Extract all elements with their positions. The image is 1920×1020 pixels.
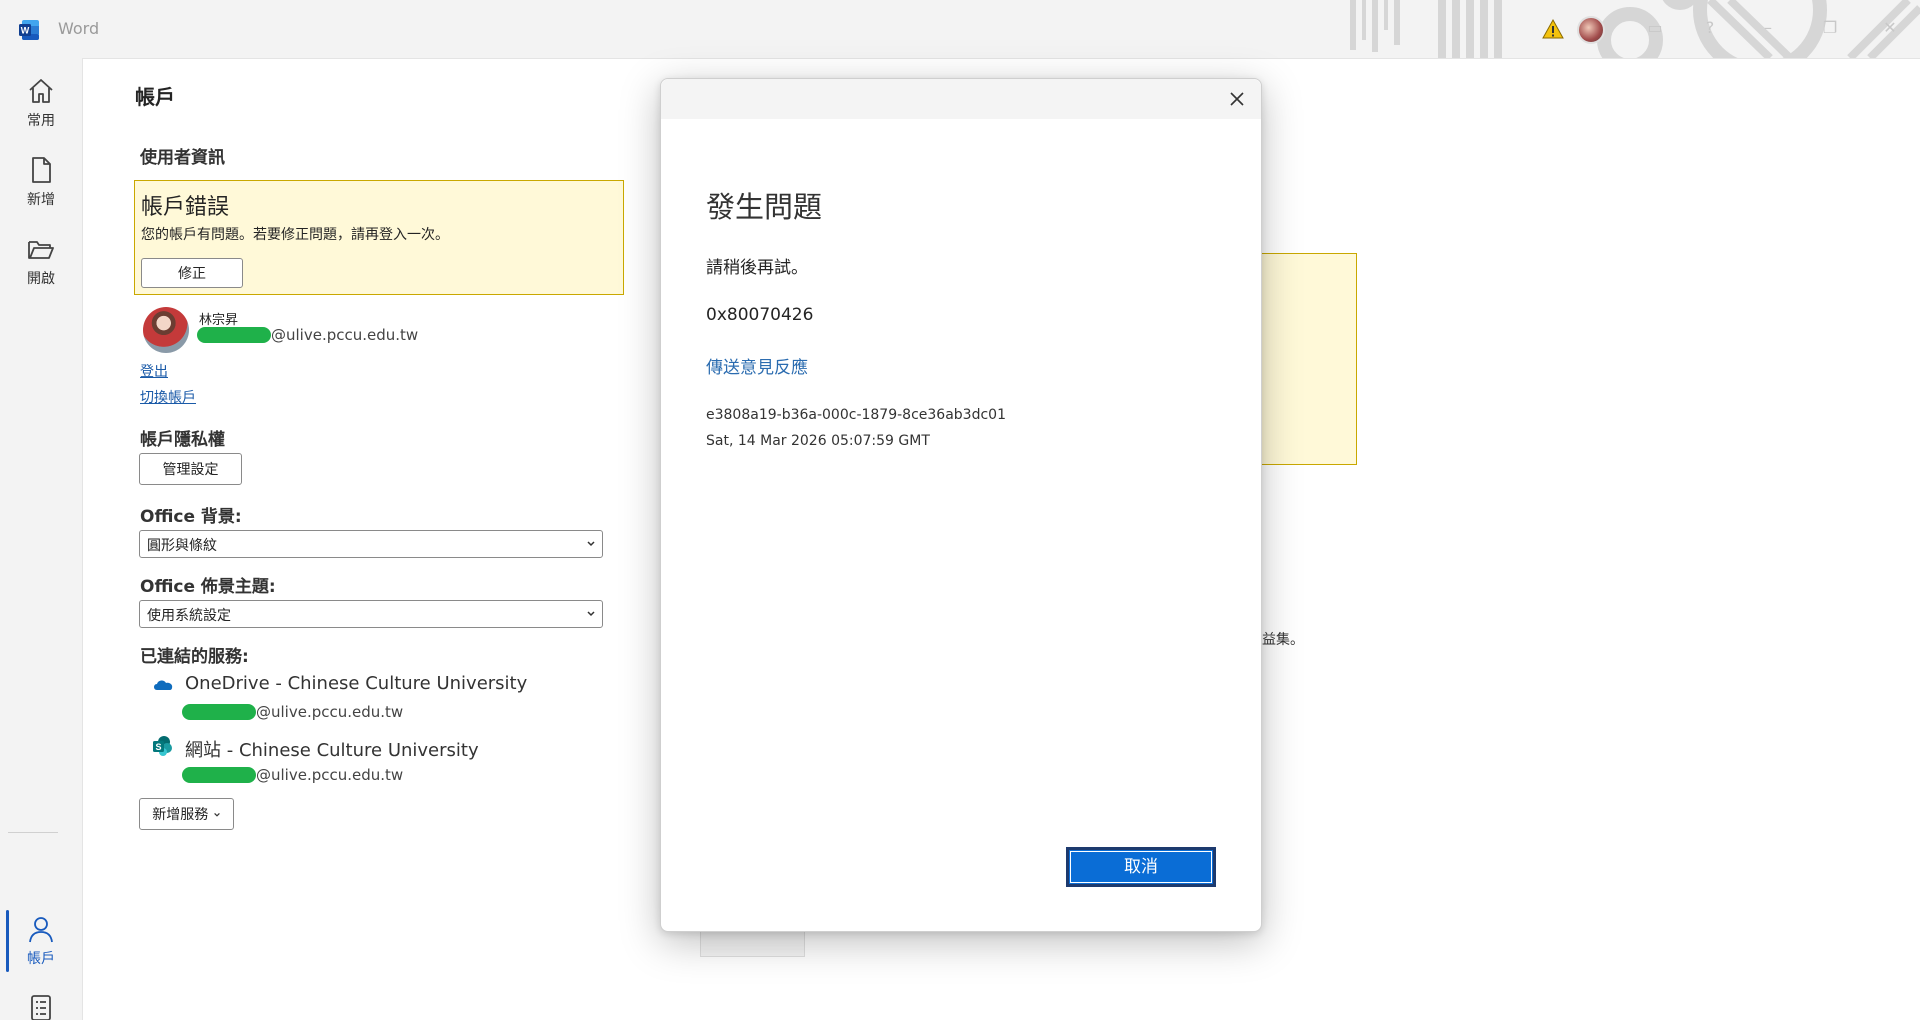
service-onedrive-email: @ulive.pccu.edu.tw [182, 703, 403, 721]
user-email: @ulive.pccu.edu.tw [197, 326, 418, 344]
avatar [143, 307, 189, 353]
service-sharepoint-name: 網站 - Chinese Culture University [185, 740, 479, 761]
home-icon [29, 79, 53, 103]
theme-select-value: 使用系統設定 [147, 608, 231, 624]
background-heading: Office 背景: [140, 507, 242, 527]
redacted-email [182, 704, 256, 720]
error-timestamp: Sat, 14 Mar 2026 05:07:59 GMT [706, 433, 930, 449]
comments-icon[interactable]: ▭ [1645, 18, 1665, 38]
manage-settings-button[interactable]: 管理設定 [139, 453, 242, 485]
service-onedrive-name: OneDrive - Chinese Culture University [185, 673, 528, 694]
account-error-message: 您的帳戶有問題。若要修正問題，請再登入一次。 [141, 227, 449, 243]
onedrive-icon [154, 680, 173, 690]
app-title: Word [58, 19, 100, 38]
account-error-box: 帳戶錯誤 您的帳戶有問題。若要修正問題，請再登入一次。 修正 [134, 180, 624, 295]
user-info-heading: 使用者資訊 [140, 148, 225, 168]
nav-home-label: 常用 [27, 113, 55, 129]
title-bar: W Word ▭ ? – ❐ ✕ [0, 0, 1920, 58]
theme-select[interactable]: 使用系統設定 [139, 600, 603, 628]
cancel-button[interactable]: 取消 [1066, 847, 1216, 887]
nav-open[interactable]: 開啟 [0, 224, 82, 296]
feedback-link[interactable]: 傳送意見反應 [706, 353, 808, 378]
nav-options[interactable]: 選項 [0, 983, 82, 1020]
restore-button[interactable]: ❐ [1820, 18, 1840, 38]
connected-services-heading: 已連結的服務: [140, 647, 249, 667]
nav-account-label: 帳戶 [27, 951, 55, 967]
redacted-email [197, 327, 271, 343]
close-icon[interactable] [1225, 87, 1249, 111]
service-sharepoint-email: @ulive.pccu.edu.tw [182, 766, 403, 784]
nav-open-label: 開啟 [27, 271, 55, 287]
svg-text:S: S [155, 742, 161, 752]
open-folder-icon [28, 241, 54, 259]
nav-account[interactable]: 帳戶 [0, 904, 82, 976]
background-select-value: 圓形與條紋 [147, 538, 217, 554]
chevron-down-icon [587, 541, 595, 547]
nav-home[interactable]: 常用 [0, 66, 82, 138]
nav-divider [8, 832, 58, 833]
close-window-button[interactable]: ✕ [1880, 18, 1900, 38]
user-email-domain: @ulive.pccu.edu.tw [271, 326, 419, 344]
privacy-heading: 帳戶隱私權 [140, 430, 225, 450]
word-logo-icon: W [19, 20, 39, 40]
service-onedrive-email-domain: @ulive.pccu.edu.tw [256, 703, 404, 721]
help-icon[interactable]: ? [1700, 18, 1720, 38]
warning-icon[interactable] [1542, 18, 1564, 40]
sign-out-link[interactable]: 登出 [140, 361, 168, 381]
nav-new-label: 新增 [27, 192, 55, 208]
account-error-title: 帳戶錯誤 [141, 195, 230, 220]
chevron-down-icon [213, 812, 220, 817]
page-title: 帳戶 [135, 85, 175, 109]
account-avatar[interactable] [1577, 16, 1605, 44]
add-service-button[interactable]: 新增服務 [139, 798, 234, 830]
service-sharepoint-email-domain: @ulive.pccu.edu.tw [256, 766, 404, 784]
dialog-title: 發生問題 [706, 190, 823, 224]
dialog-header [661, 79, 1261, 119]
product-info-box [1260, 253, 1357, 465]
product-info-partial-text: 益集。 [1262, 632, 1304, 648]
dialog-error-code: 0x80070426 [706, 305, 814, 325]
chevron-down-icon [587, 611, 595, 617]
background-select[interactable]: 圓形與條紋 [139, 530, 603, 558]
add-service-label: 新增服務 [152, 807, 209, 823]
dialog-message: 請稍後再試。 [706, 258, 808, 278]
correlation-id: e3808a19-b36a-000c-1879-8ce36ab3dc01 [706, 407, 1006, 423]
error-dialog: 發生問題 請稍後再試。 0x80070426 傳送意見反應 e3808a19-b… [660, 78, 1262, 932]
fix-button[interactable]: 修正 [141, 258, 243, 288]
redacted-email [182, 767, 256, 783]
sharepoint-icon: S [153, 736, 172, 756]
minimize-button[interactable]: – [1758, 18, 1778, 38]
nav-new[interactable]: 新增 [0, 145, 82, 217]
options-icon [31, 995, 51, 1020]
new-document-icon [32, 157, 51, 183]
theme-heading: Office 佈景主題: [140, 577, 276, 597]
switch-account-link[interactable]: 切換帳戶 [140, 387, 196, 407]
person-icon [29, 917, 53, 943]
backstage-nav: 常用 新增 開啟 帳戶 選項 [0, 58, 82, 1020]
svg-text:W: W [21, 26, 30, 36]
